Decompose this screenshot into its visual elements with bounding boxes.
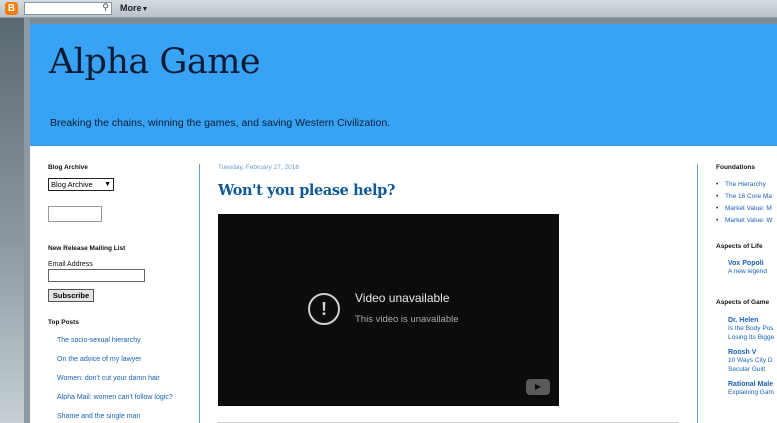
blogger-navbar: B ⚲ More▼: [0, 0, 777, 18]
top-post-link[interactable]: Shame and the single man: [57, 413, 193, 423]
bullet-icon: •: [716, 205, 719, 212]
top-post-link[interactable]: Women: don't cut your damn hair: [57, 375, 193, 394]
top-posts-list: The socio-sexual hierarchy On the advice…: [48, 337, 193, 423]
blog-list: Dr. Helen Is the Body Pos Losing Its Big…: [716, 317, 777, 397]
archive-select[interactable]: Blog Archive ▼: [48, 178, 114, 191]
blog-name-link[interactable]: Roosh V: [728, 349, 777, 356]
foundation-link[interactable]: The 16 Core Ma: [725, 193, 772, 200]
caret-down-icon: ▼: [141, 6, 149, 13]
warning-icon: !: [308, 293, 340, 325]
foundation-link[interactable]: The Hierarchy: [725, 181, 766, 188]
blog-post-link[interactable]: Is the Body Pos: [728, 324, 777, 333]
left-divider: [199, 164, 200, 423]
right-sidebar: Foundations • The Hierarchy • The 16 Core …: [716, 164, 777, 404]
top-post-link[interactable]: The socio-sexual hierarchy: [57, 337, 193, 356]
aspects-of-game-heading: Aspects of Game: [716, 299, 770, 306]
post-date: Tuesday, February 27, 2018: [218, 164, 299, 171]
foundation-link[interactable]: Market Value: M: [725, 205, 772, 212]
blog-name-link[interactable]: Rational Male: [728, 381, 777, 388]
blog-header: Alpha Game Breaking the chains, winning …: [30, 24, 777, 146]
email-label: Email Address: [48, 261, 93, 268]
top-post-link[interactable]: Alpha Mail: women can't follow logic?: [57, 394, 193, 413]
blog-title[interactable]: Alpha Game: [49, 42, 261, 82]
right-divider: [697, 164, 698, 423]
email-field[interactable]: [48, 269, 145, 282]
blog-tagline: Breaking the chains, winning the games, …: [50, 117, 391, 129]
content-area: Blog Archive Blog Archive ▼ New Release …: [30, 146, 777, 423]
blog-name-link[interactable]: Vox Popoli: [728, 260, 777, 267]
blog-entry: Rational Male Explaining Gam: [728, 381, 777, 397]
more-menu-button[interactable]: More▼: [120, 3, 148, 13]
search-icon[interactable]: ⚲: [102, 2, 109, 13]
blog-post-link[interactable]: Explaining Gam: [728, 388, 777, 397]
foundations-list: • The Hierarchy • The 16 Core Ma • Market V…: [716, 181, 777, 229]
more-label: More: [120, 3, 142, 13]
chevron-down-icon: ▼: [104, 181, 111, 188]
mailing-list-heading: New Release Mailing List: [48, 245, 126, 252]
blog-post-link[interactable]: A new legend: [728, 267, 777, 276]
list-item: • The 16 Core Ma: [716, 193, 777, 205]
left-sidebar: Blog Archive Blog Archive ▼ New Release …: [48, 164, 193, 423]
blog-entry: Dr. Helen Is the Body Pos Losing Its Big…: [728, 317, 777, 342]
video-unavailable-message: Video unavailable: [355, 291, 450, 305]
top-post-link[interactable]: On the advice of my lawyer: [57, 356, 193, 375]
bullet-icon: •: [716, 217, 719, 224]
archive-select-value: Blog Archive: [51, 180, 93, 189]
top-posts-heading: Top Posts: [48, 319, 79, 326]
blogger-logo-icon[interactable]: B: [5, 2, 18, 15]
blog-entry: Vox Popoli A new legend: [728, 260, 777, 276]
bullet-icon: •: [716, 181, 719, 188]
subscribe-button[interactable]: Subscribe: [48, 289, 94, 302]
blog-post-link[interactable]: 10 Ways City D: [728, 356, 777, 365]
search-input[interactable]: [25, 3, 99, 14]
blog-list: Vox Popoli A new legend: [716, 260, 777, 276]
youtube-play-icon[interactable]: ▶: [526, 379, 550, 395]
blog-entry: Roosh V 10 Ways City D Secular Guilt: [728, 349, 777, 374]
bullet-icon: •: [716, 193, 719, 200]
aspects-of-life-heading: Aspects of Life: [716, 243, 763, 250]
video-unavailable-subtext: This video is unavailable: [355, 314, 459, 325]
blog-post-link[interactable]: Secular Guilt: [728, 365, 777, 374]
navbar-search[interactable]: ⚲: [24, 2, 112, 15]
list-item: • Market Value: W: [716, 217, 777, 229]
broken-image[interactable]: [48, 206, 102, 222]
post-title[interactable]: Won't you please help?: [218, 182, 395, 199]
list-item: • Market Value: M: [716, 205, 777, 217]
foundations-heading: Foundations: [716, 164, 755, 171]
foundation-link[interactable]: Market Value: W: [725, 217, 773, 224]
list-item: • The Hierarchy: [716, 181, 777, 193]
video-embed[interactable]: ! Video unavailable This video is unavai…: [218, 214, 559, 406]
blog-name-link[interactable]: Dr. Helen: [728, 317, 777, 324]
blog-post-link[interactable]: Losing Its Bigge: [728, 333, 777, 342]
archive-heading: Blog Archive: [48, 164, 88, 171]
